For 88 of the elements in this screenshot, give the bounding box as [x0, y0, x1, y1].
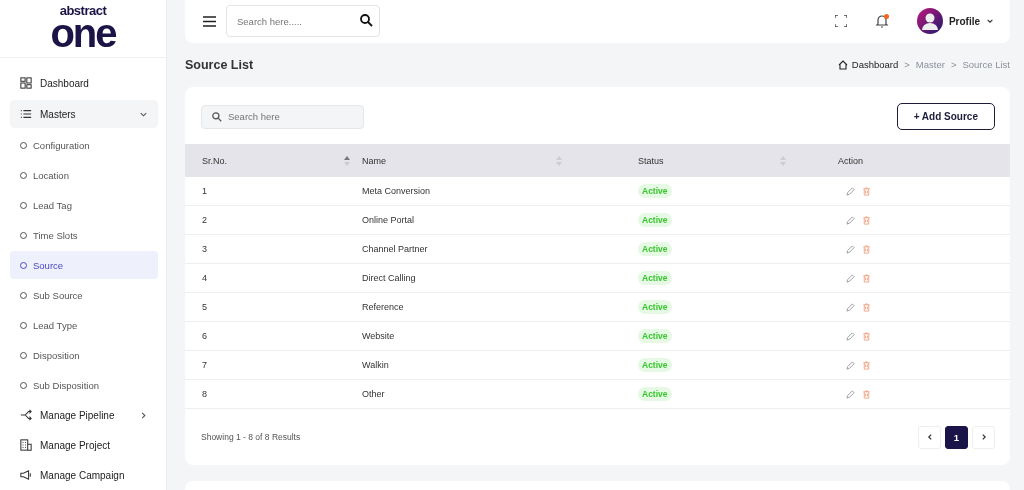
building-icon [20, 439, 32, 451]
list-icon [20, 108, 32, 120]
table-cell: 1 [185, 177, 362, 206]
pencil-icon[interactable] [846, 215, 855, 225]
table-cell: Website [362, 321, 638, 351]
status-badge: Active [638, 242, 672, 257]
sidebar-subitem[interactable]: Configuration [10, 131, 158, 159]
chevron-icon [139, 410, 148, 420]
chevron-down-icon [986, 17, 994, 26]
pencil-icon[interactable] [846, 331, 855, 341]
sidebar-subitem[interactable]: Location [10, 161, 158, 189]
sidebar-subitem[interactable]: Time Slots [10, 221, 158, 249]
sidebar-group[interactable]: Masters [10, 100, 158, 128]
table-cell: 7 [185, 350, 362, 380]
grid-icon [20, 77, 32, 89]
breadcrumb-separator: > [950, 59, 957, 71]
search-field[interactable]: Search here..... [226, 5, 380, 38]
status-badge: Active [638, 213, 672, 228]
pencil-icon[interactable] [846, 302, 855, 312]
pencil-icon[interactable] [846, 273, 855, 283]
sidebar-group[interactable]: Manage Pipeline [10, 400, 158, 430]
breadcrumb-link[interactable]: Dashboard [851, 59, 899, 71]
status-badge: Active [638, 184, 672, 199]
pencil-icon[interactable] [846, 186, 855, 196]
megaphone-icon [20, 469, 32, 481]
profile-menu[interactable]: Profile [916, 8, 994, 35]
table-cell: 2 [185, 205, 362, 235]
previous-page-button[interactable] [918, 425, 941, 449]
trash-icon[interactable] [862, 273, 871, 283]
sidebar-subitem[interactable]: Disposition [10, 341, 158, 369]
column-header: Action [816, 144, 1010, 178]
breadcrumb-item: Source List [962, 59, 1010, 71]
trash-icon[interactable] [862, 389, 871, 399]
trash-icon[interactable] [862, 331, 871, 341]
trash-icon[interactable] [862, 302, 871, 312]
table-search-field[interactable]: Search here [201, 104, 364, 129]
table-cell: Walkin [362, 350, 638, 380]
results-summary: Showing 1 - 8 of 8 Results [201, 432, 301, 443]
column-header[interactable]: Status [638, 144, 816, 178]
status-badge: Active [638, 387, 672, 402]
bell-icon[interactable] [874, 14, 889, 29]
sidebar-subitem[interactable]: Source [10, 251, 158, 279]
status-badge: Active [638, 329, 672, 344]
sidebar-item[interactable]: Manage Project [10, 430, 158, 460]
table-cell: Meta Conversion [362, 177, 638, 206]
breadcrumb-separator: > [904, 59, 910, 71]
table-cell: 8 [185, 379, 362, 409]
pencil-icon[interactable] [846, 360, 855, 370]
sidebar-item[interactable]: Manage Campaign [10, 460, 158, 490]
status-badge: Active [638, 358, 672, 373]
table-cell: Reference [362, 292, 638, 322]
add-source-button[interactable]: + Add Source [896, 103, 995, 131]
trash-icon[interactable] [862, 244, 871, 254]
column-header[interactable]: Sr.No. [185, 144, 362, 178]
pencil-icon[interactable] [846, 389, 855, 399]
page-button[interactable]: 1 [945, 425, 968, 449]
table-cell: 5 [185, 292, 362, 322]
fullscreen-icon[interactable] [834, 15, 847, 28]
table-cell: 6 [185, 321, 362, 351]
trash-icon[interactable] [862, 215, 871, 225]
page-title: Source List [185, 57, 254, 72]
table-cell: Direct Calling [362, 263, 638, 293]
logo: abstract one [0, 0, 166, 58]
trash-icon[interactable] [862, 186, 871, 196]
column-header[interactable]: Name [362, 144, 638, 178]
sort-icon[interactable] [344, 155, 350, 166]
table-cell: Other [362, 379, 638, 409]
chevron-left-icon [925, 433, 934, 442]
table-cell: 4 [185, 263, 362, 293]
table-cell: Channel Partner [362, 234, 638, 264]
trash-icon[interactable] [862, 360, 871, 370]
status-badge: Active [638, 271, 672, 286]
next-page-button[interactable] [972, 425, 995, 449]
menu-icon[interactable] [203, 15, 216, 27]
search-icon [212, 111, 222, 122]
sidebar-subitem[interactable]: Sub Disposition [10, 371, 158, 399]
search-icon[interactable] [360, 14, 373, 28]
sidebar-item[interactable]: Dashboard [10, 68, 158, 98]
table-cell: Online Portal [362, 205, 638, 235]
avatar-icon [916, 8, 943, 35]
split-arrow-icon [20, 409, 32, 421]
sidebar-subitem[interactable]: Lead Tag [10, 191, 158, 219]
pencil-icon[interactable] [846, 244, 855, 254]
sidebar-subitem[interactable]: Lead Type [10, 311, 158, 339]
status-badge: Active [638, 300, 672, 315]
table-cell: 3 [185, 234, 362, 264]
sidebar-subitem[interactable]: Sub Source [10, 281, 158, 309]
home-icon [837, 59, 848, 70]
